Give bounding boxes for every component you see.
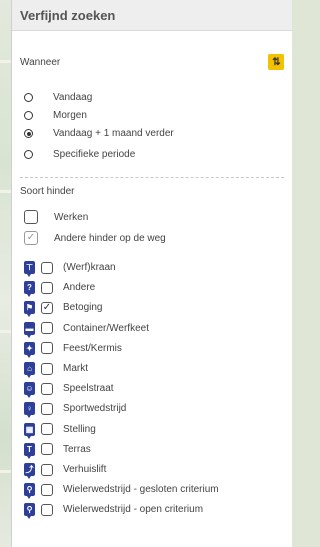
- sport-icon: ♀: [24, 402, 35, 419]
- checkbox[interactable]: [41, 261, 53, 274]
- container-icon: ▬: [24, 321, 35, 338]
- protest-icon: ⚑: [24, 301, 35, 318]
- checkbox[interactable]: [41, 362, 53, 375]
- crane-icon: ⊤: [24, 261, 35, 277]
- checkbox-label: Wielerwedstrijd - open criterium: [63, 504, 204, 516]
- radio-label: Vandaag + 1 maand verder: [53, 128, 174, 139]
- checkbox-label: Werken: [54, 211, 89, 223]
- panel-title: Verfijnd zoeken: [12, 0, 292, 31]
- checkbox[interactable]: [41, 463, 53, 476]
- checkbox-label: Betoging: [63, 302, 103, 314]
- checkbox-label: Andere: [63, 282, 96, 294]
- moving-lift-icon: ⤴: [24, 463, 35, 479]
- radio-label: Vandaag: [53, 92, 93, 103]
- radio-option-specific[interactable]: Specifieke periode: [24, 149, 135, 160]
- radio-option-month[interactable]: Vandaag + 1 maand verder: [24, 128, 174, 139]
- checkbox-label: Wielerwedstrijd - gesloten criterium: [63, 484, 219, 496]
- cycling-open-icon: ⚲: [24, 503, 35, 520]
- checkbox[interactable]: [41, 322, 53, 335]
- radio-label: Morgen: [53, 110, 87, 121]
- checkbox[interactable]: [41, 423, 53, 436]
- checkbox-label: Stelling: [63, 423, 96, 435]
- radio-option-today[interactable]: Vandaag: [24, 92, 92, 103]
- category-row[interactable]: ▬ Container/Werfkeet: [24, 321, 149, 338]
- radio-label: Specifieke periode: [53, 149, 136, 160]
- category-row[interactable]: ⌂ Markt: [24, 362, 88, 378]
- divider: [20, 177, 284, 178]
- checkbox[interactable]: [24, 210, 38, 224]
- scaffold-icon: ▦: [24, 422, 35, 439]
- refine-search-panel: Verfijnd zoeken Wanneer ⇅ Vandaag Morgen…: [11, 0, 292, 547]
- checkbox[interactable]: [41, 443, 53, 456]
- category-row[interactable]: ♀ Sportwedstrijd: [24, 402, 127, 419]
- category-row[interactable]: ▦ Stelling: [24, 422, 96, 439]
- checkbox-label: Verhuislift: [63, 464, 107, 475]
- checkbox-label: Speelstraat: [63, 383, 114, 395]
- checkbox-label: Markt: [63, 363, 88, 374]
- checkbox[interactable]: [41, 301, 53, 314]
- checkbox-label: (Werf)kraan: [63, 262, 116, 273]
- checkbox[interactable]: [41, 342, 53, 355]
- market-icon: ⌂: [24, 362, 35, 378]
- category-row[interactable]: ⚲ Wielerwedstrijd - gesloten criterium: [24, 483, 219, 500]
- checkbox[interactable]: [41, 503, 53, 516]
- radio-button[interactable]: [24, 93, 33, 102]
- category-row[interactable]: ⤴ Verhuislift: [24, 463, 107, 479]
- when-header: Wanneer ⇅: [20, 54, 284, 70]
- checkbox-label: Terras: [63, 443, 91, 455]
- hinder-header: Soort hinder: [20, 186, 284, 197]
- category-row[interactable]: T Terras: [24, 442, 91, 459]
- checkbox[interactable]: [41, 483, 53, 496]
- radio-option-tomorrow[interactable]: Morgen: [24, 110, 87, 121]
- radio-button[interactable]: [24, 150, 33, 159]
- checkbox-label: Andere hinder op de weg: [54, 232, 166, 244]
- category-row[interactable]: ⚑ Betoging: [24, 301, 103, 318]
- checkbox[interactable]: [41, 281, 53, 294]
- checkbox[interactable]: [24, 231, 38, 245]
- group-andere-hinder[interactable]: Andere hinder op de weg: [24, 231, 166, 245]
- checkbox[interactable]: [41, 382, 53, 395]
- hinder-label: Soort hinder: [20, 186, 75, 197]
- cycling-closed-icon: ⚲: [24, 483, 35, 500]
- category-row[interactable]: ⊤ (Werf)kraan: [24, 261, 116, 277]
- playstreet-icon: ☺: [24, 382, 35, 399]
- when-label: Wanneer: [20, 56, 61, 68]
- category-row[interactable]: ✦ Feest/Kermis: [24, 341, 122, 358]
- party-icon: ✦: [24, 341, 35, 358]
- checkbox-label: Sportwedstrijd: [63, 403, 127, 415]
- sort-icon[interactable]: ⇅: [268, 54, 284, 70]
- group-werken[interactable]: Werken: [24, 210, 88, 224]
- question-icon: ?: [24, 281, 35, 298]
- checkbox[interactable]: [41, 402, 53, 415]
- terrace-icon: T: [24, 442, 35, 459]
- checkbox-label: Container/Werfkeet: [63, 322, 149, 334]
- radio-button[interactable]: [24, 111, 33, 120]
- category-row[interactable]: ☺ Speelstraat: [24, 382, 114, 399]
- category-row[interactable]: ? Andere: [24, 281, 96, 298]
- checkbox-label: Feest/Kermis: [63, 342, 122, 354]
- category-row[interactable]: ⚲ Wielerwedstrijd - open criterium: [24, 503, 204, 520]
- radio-button[interactable]: [24, 129, 33, 138]
